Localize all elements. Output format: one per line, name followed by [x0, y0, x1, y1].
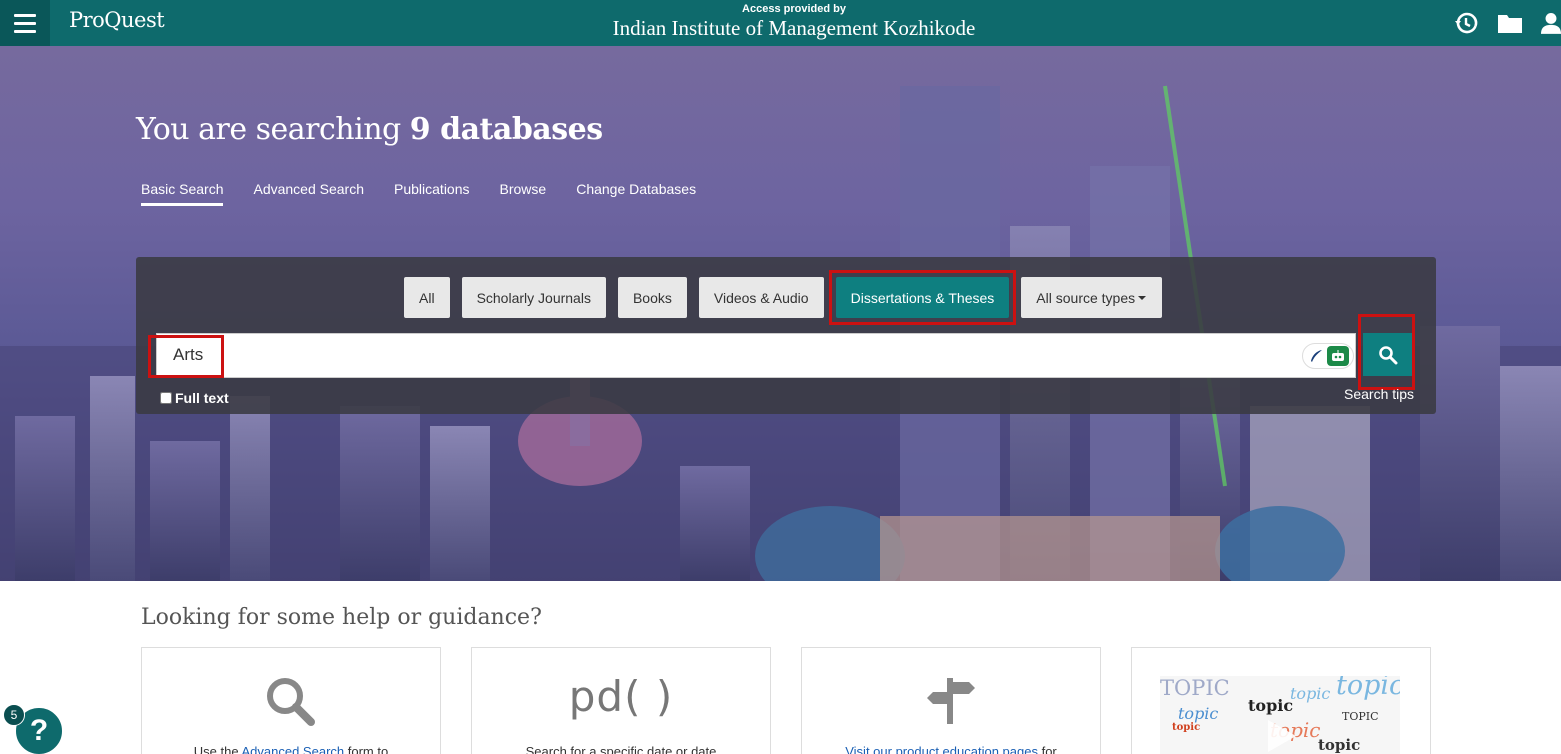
feather-icon[interactable] — [1308, 348, 1324, 364]
all-source-types-dropdown[interactable]: All source types — [1021, 277, 1163, 318]
magnifier-icon — [142, 674, 440, 730]
folder-icon[interactable] — [1497, 10, 1523, 36]
institution-name: Indian Institute of Management Kozhikode — [612, 16, 976, 40]
advanced-search-link[interactable]: Advanced Search — [242, 744, 345, 754]
access-label: Access provided by — [742, 3, 846, 15]
tab-publications[interactable]: Publications — [394, 181, 470, 206]
tab-browse[interactable]: Browse — [500, 181, 547, 206]
search-tips-link[interactable]: Search tips — [1344, 386, 1414, 402]
help-section-title: Looking for some help or guidance? — [141, 605, 542, 630]
filter-videos-audio-button[interactable]: Videos & Audio — [698, 277, 824, 318]
help-card-advanced-search[interactable]: Use the Advanced Search form to — [141, 647, 441, 754]
search-panel: All Scholarly Journals Books Videos & Au… — [136, 257, 1436, 414]
hero-section: You are searching 9 databases Basic Sear… — [0, 46, 1561, 581]
filter-all-button[interactable]: All — [404, 277, 450, 318]
page-title: You are searching 9 databases — [136, 112, 603, 147]
history-icon[interactable] — [1453, 10, 1479, 36]
card-text: Search for a specific date or date — [525, 744, 717, 754]
access-info: Access provided by Indian Institute of M… — [0, 3, 1561, 41]
user-icon[interactable] — [1541, 10, 1561, 36]
full-text-label: Full text — [175, 390, 229, 406]
top-icons — [1453, 0, 1561, 46]
play-icon[interactable] — [1260, 716, 1300, 754]
dropdown-label: All source types — [1036, 289, 1136, 306]
caret-down-icon — [1138, 295, 1147, 300]
card-text: Visit our product education pages for — [802, 744, 1100, 754]
help-card-product-education[interactable]: Visit our product education pages for — [801, 647, 1101, 754]
search-input[interactable]: Arts — [156, 333, 1356, 378]
product-education-link[interactable]: Visit our product education pages — [845, 744, 1038, 754]
source-type-filters: All Scholarly Journals Books Videos & Au… — [404, 270, 1163, 325]
card-text: Use the Advanced Search form to — [142, 744, 440, 754]
topic-cloud-image: TOPIC topic topic topic topic TOPIC topi… — [1160, 676, 1400, 754]
filter-books-button[interactable]: Books — [617, 277, 687, 318]
pd-text: pd( ) — [568, 672, 674, 721]
highlight-box — [148, 335, 224, 378]
signpost-icon — [802, 674, 1100, 726]
full-text-checkbox[interactable] — [160, 392, 172, 404]
tab-change-databases[interactable]: Change Databases — [576, 181, 696, 206]
bot-icon[interactable] — [1326, 346, 1349, 366]
highlight-box: Dissertations & Theses — [828, 270, 1017, 325]
help-card-topic-video[interactable]: TOPIC topic topic topic topic TOPIC topi… — [1131, 647, 1431, 754]
full-text-option[interactable]: Full text — [160, 390, 229, 406]
top-bar: ProQuest Access provided by Indian Insti… — [0, 0, 1561, 46]
notification-badge: 5 — [3, 704, 25, 726]
filter-scholarly-journals-button[interactable]: Scholarly Journals — [461, 277, 606, 318]
filter-dissertations-theses-button[interactable]: Dissertations & Theses — [835, 277, 1010, 318]
search-mode-tabs: Basic Search Advanced Search Publication… — [141, 181, 696, 206]
search-assist-widget[interactable] — [1302, 343, 1354, 369]
highlight-box — [1358, 314, 1415, 390]
tab-advanced-search[interactable]: Advanced Search — [253, 181, 364, 206]
help-card-date-search[interactable]: pd( ) Search for a specific date or date — [471, 647, 771, 754]
tab-basic-search[interactable]: Basic Search — [141, 181, 224, 206]
